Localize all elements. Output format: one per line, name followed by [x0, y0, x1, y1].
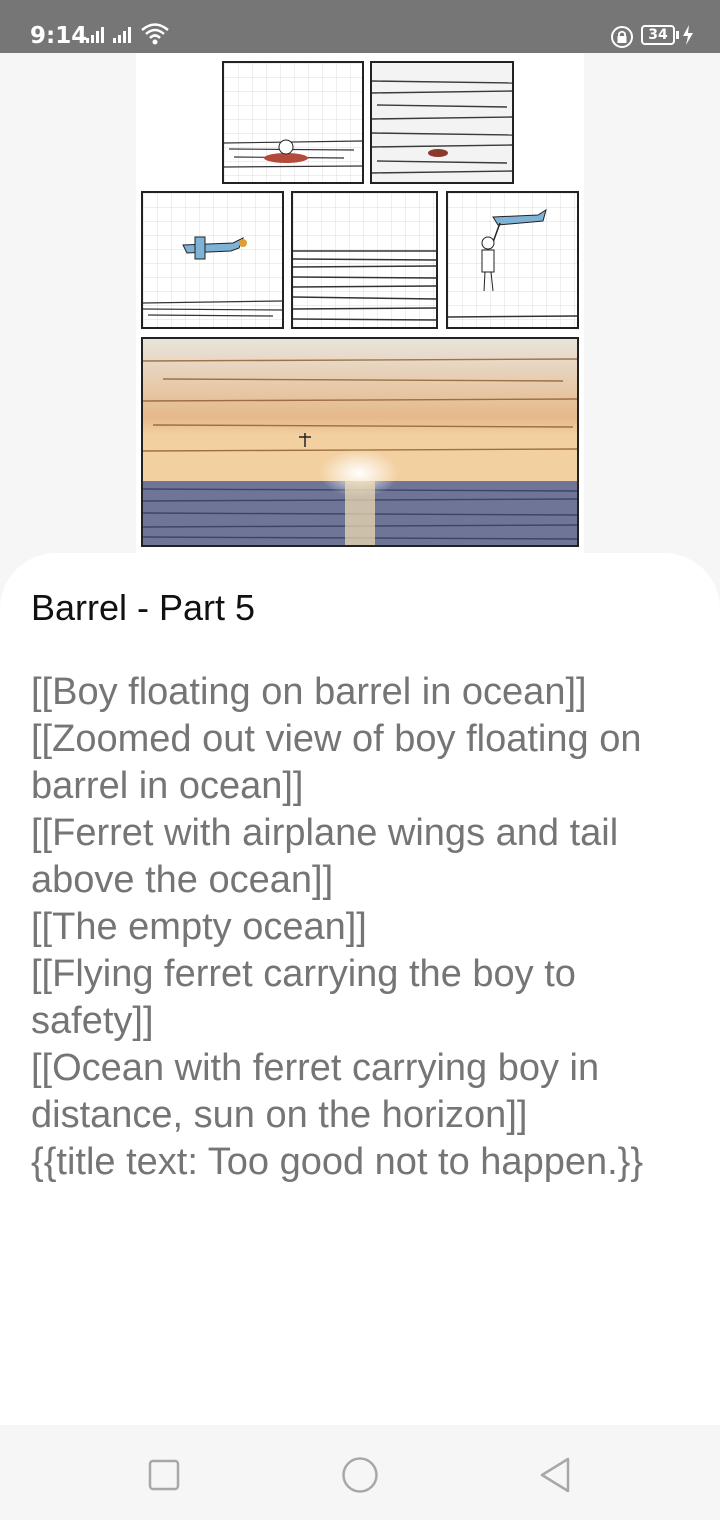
comic-transcript: [[Boy floating on barrel in ocean]] [[Zo…	[31, 669, 696, 1186]
battery-icon: 34	[641, 25, 675, 45]
transcript-line: [[Flying ferret carrying the boy to safe…	[31, 953, 576, 1042]
transcript-line: [[Boy floating on barrel in ocean]]	[31, 671, 587, 713]
comic-panel-empty-ocean	[291, 191, 438, 329]
battery-cap	[676, 31, 679, 39]
transcript-line: [[Ferret with airplane wings and tail ab…	[31, 812, 619, 901]
comic-panel-zoomed-out	[370, 61, 514, 184]
signal-icon	[113, 27, 131, 43]
comic-panel-sunset	[141, 337, 579, 547]
transcript-line: [[Ocean with ferret carrying boy in dist…	[31, 1047, 600, 1136]
comic-panel-boy-on-barrel	[222, 61, 364, 184]
comic-details-sheet: Barrel - Part 5 [[Boy floating on barrel…	[0, 553, 720, 1425]
lock-rotation-icon	[611, 26, 633, 48]
comic-image[interactable]	[136, 53, 584, 553]
transcript-line: [[The empty ocean]]	[31, 906, 367, 948]
navigation-bar	[0, 1425, 720, 1520]
comic-title: Barrel - Part 5	[31, 587, 256, 628]
home-circle-icon[interactable]	[336, 1451, 384, 1499]
status-bar: 9:14 34	[0, 0, 720, 53]
comic-panel-ferret-carrying-boy	[446, 191, 579, 329]
transcript-line: [[Zoomed out view of boy floating on bar…	[31, 718, 642, 807]
charging-icon	[683, 25, 693, 45]
transcript-title-text: {{title text: Too good not to happen.}}	[31, 1141, 644, 1183]
clock-time: 9:14	[30, 23, 88, 49]
comic-panel-flying-ferret	[141, 191, 284, 329]
battery-level: 34	[648, 27, 668, 43]
back-triangle-icon[interactable]	[532, 1451, 580, 1499]
recents-square-icon[interactable]	[140, 1451, 188, 1499]
wifi-icon	[141, 23, 169, 45]
signal-icon	[86, 27, 104, 43]
